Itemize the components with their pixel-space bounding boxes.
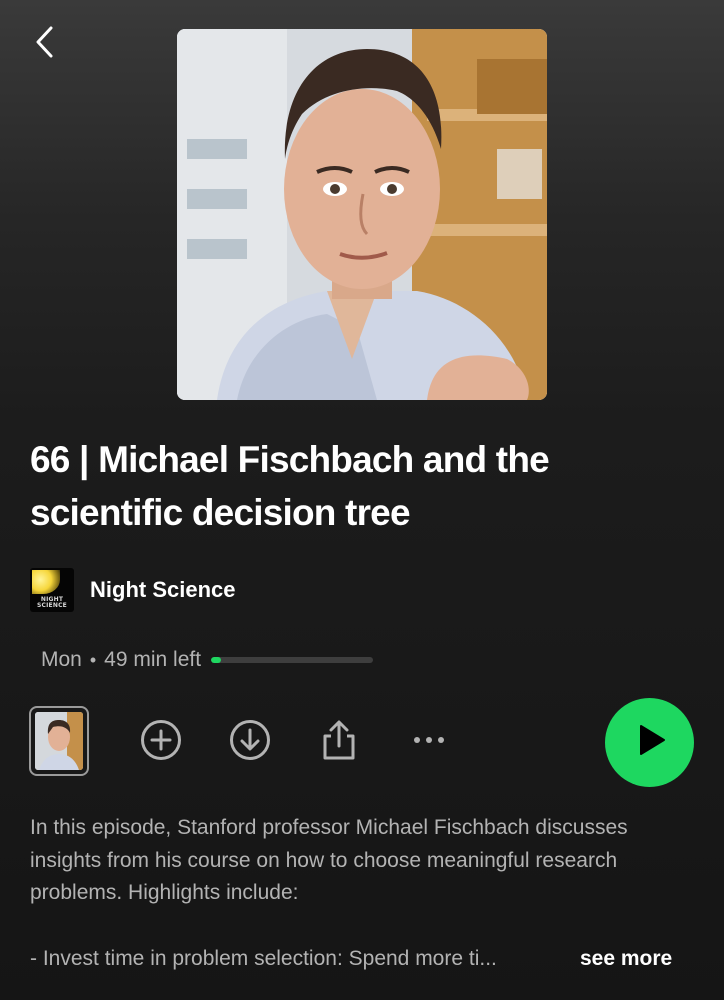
play-icon [632, 722, 668, 763]
back-button[interactable] [26, 26, 62, 62]
download-circle-icon [228, 718, 272, 767]
show-thumbnail-text: NIGHT SCIENCE [37, 596, 67, 609]
more-horizontal-icon [407, 718, 451, 767]
progress-bar [211, 657, 374, 663]
meta-separator: • [89, 649, 97, 670]
show-link[interactable]: NIGHT SCIENCE Night Science [30, 568, 235, 612]
episode-cover-image [177, 29, 547, 400]
share-button[interactable] [317, 720, 361, 764]
episode-title: 66 | Michael Fischbach and the scientifi… [30, 439, 550, 533]
progress-fill [211, 657, 221, 663]
episode-meta: Mon • 49 min left [41, 645, 374, 675]
show-thumbnail: NIGHT SCIENCE [30, 568, 74, 612]
episode-description: In this episode, Stanford professor Mich… [30, 816, 628, 904]
share-icon [317, 718, 361, 767]
plus-circle-icon [139, 718, 183, 767]
episode-thumbnail-button[interactable] [29, 706, 89, 776]
episode-thumbnail-image [35, 712, 83, 770]
more-options-button[interactable] [407, 720, 451, 764]
show-name: Night Science [90, 577, 236, 602]
add-button[interactable] [139, 718, 183, 767]
chevron-left-icon [33, 25, 55, 64]
release-day: Mon [41, 648, 82, 671]
action-bar [0, 696, 724, 788]
see-more-link[interactable]: see more [580, 943, 672, 975]
download-button[interactable] [228, 718, 272, 767]
play-button[interactable] [605, 698, 694, 787]
time-left: 49 min left [104, 648, 202, 671]
